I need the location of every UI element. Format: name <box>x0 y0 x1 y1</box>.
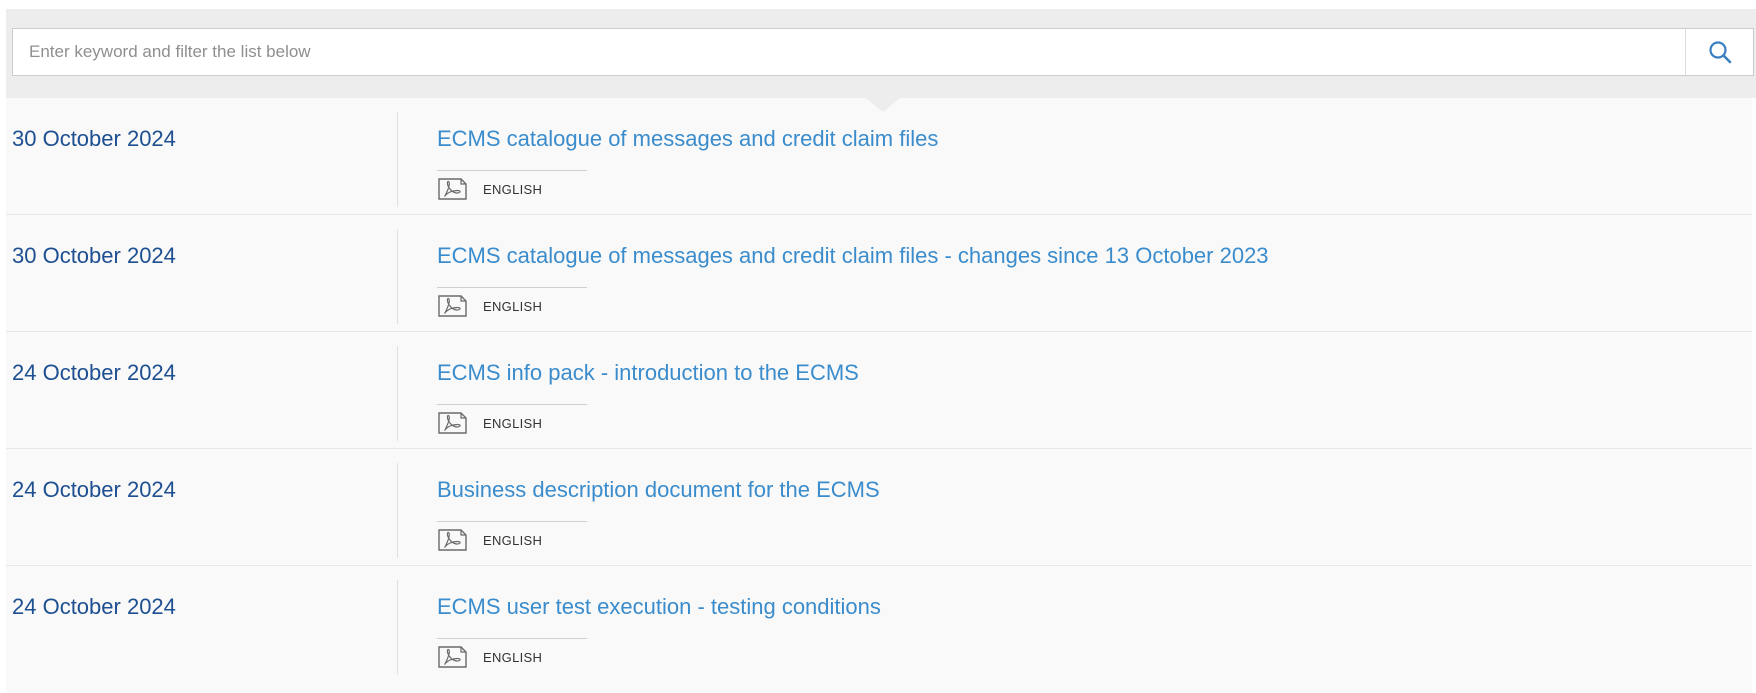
row-divider <box>397 229 398 324</box>
file-link[interactable]: ENGLISH <box>437 410 542 436</box>
file-rule <box>437 287 587 288</box>
list-item: 30 October 2024 ECMS catalogue of messag… <box>6 215 1752 332</box>
document-title-link[interactable]: ECMS user test execution - testing condi… <box>437 594 881 620</box>
list-item: 24 October 2024 Business description doc… <box>6 449 1752 566</box>
pdf-icon <box>438 646 467 668</box>
search-icon <box>1708 41 1731 64</box>
pdf-icon <box>438 529 467 551</box>
row-divider <box>397 463 398 558</box>
document-date: 30 October 2024 <box>12 243 176 268</box>
search-box <box>12 28 1754 76</box>
file-link[interactable]: ENGLISH <box>437 176 542 202</box>
language-label: ENGLISH <box>483 532 543 548</box>
file-rule <box>437 521 587 522</box>
language-label: ENGLISH <box>483 298 543 314</box>
document-title-link[interactable]: Business description document for the EC… <box>437 477 880 503</box>
filter-bar <box>6 9 1756 98</box>
pdf-icon <box>438 178 467 200</box>
file-rule <box>437 638 587 639</box>
language-label: ENGLISH <box>483 181 543 197</box>
document-list: 30 October 2024 ECMS catalogue of messag… <box>6 98 1752 693</box>
document-date: 24 October 2024 <box>12 360 176 385</box>
document-date: 30 October 2024 <box>12 126 176 151</box>
pdf-icon <box>438 412 467 434</box>
list-item: 30 October 2024 ECMS catalogue of messag… <box>6 98 1752 215</box>
document-title-link[interactable]: ECMS info pack - introduction to the ECM… <box>437 360 859 386</box>
filter-pointer <box>866 98 900 112</box>
page: 30 October 2024 ECMS catalogue of messag… <box>0 0 1756 693</box>
row-divider <box>397 346 398 441</box>
file-rule <box>437 170 587 171</box>
document-title-link[interactable]: ECMS catalogue of messages and credit cl… <box>437 126 938 152</box>
file-rule <box>437 404 587 405</box>
pdf-icon <box>438 295 467 317</box>
file-link[interactable]: ENGLISH <box>437 293 542 319</box>
search-button[interactable] <box>1685 29 1753 75</box>
list-item: 24 October 2024 ECMS user test execution… <box>6 566 1752 683</box>
document-date: 24 October 2024 <box>12 477 176 502</box>
document-title-link[interactable]: ECMS catalogue of messages and credit cl… <box>437 243 1269 269</box>
row-divider <box>397 580 398 675</box>
search-input[interactable] <box>13 29 1683 75</box>
list-item: 24 October 2024 ECMS info pack - introdu… <box>6 332 1752 449</box>
file-link[interactable]: ENGLISH <box>437 527 542 553</box>
language-label: ENGLISH <box>483 649 543 665</box>
row-divider <box>397 112 398 207</box>
file-link[interactable]: ENGLISH <box>437 644 542 670</box>
language-label: ENGLISH <box>483 415 543 431</box>
document-date: 24 October 2024 <box>12 594 176 619</box>
